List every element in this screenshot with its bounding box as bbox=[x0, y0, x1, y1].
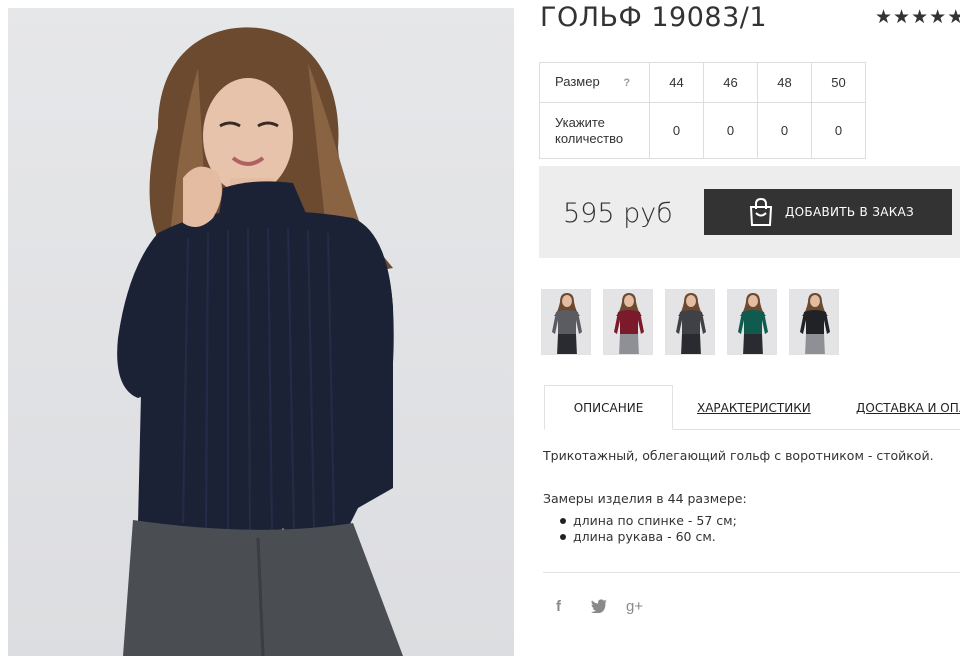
star-icon[interactable]: ★ bbox=[875, 6, 892, 28]
star-icon[interactable]: ★ bbox=[893, 6, 910, 28]
facebook-icon[interactable]: f bbox=[556, 596, 591, 616]
shopping-bag-icon bbox=[749, 198, 773, 226]
size-quantity-table: Размер ? 44 46 48 50 Укажите количество … bbox=[539, 62, 866, 159]
variant-thumbnail[interactable] bbox=[541, 289, 591, 355]
variant-thumbnail[interactable] bbox=[789, 289, 839, 355]
size-cell: 44 bbox=[649, 62, 704, 103]
variant-thumbnail[interactable] bbox=[727, 289, 777, 355]
measures-list: длина по спинке - 57 см; длина рукава - … bbox=[560, 513, 737, 545]
size-cell: 50 bbox=[811, 62, 866, 103]
color-variants bbox=[541, 289, 839, 355]
star-icon[interactable]: ★ bbox=[911, 6, 928, 28]
size-cell: 46 bbox=[703, 62, 758, 103]
tab-description[interactable]: ОПИСАНИЕ bbox=[544, 385, 673, 430]
variant-thumbnail[interactable] bbox=[665, 289, 715, 355]
tab-delivery-payment[interactable]: ДОСТАВКА И ОПЛАТА bbox=[856, 385, 960, 430]
google-plus-icon[interactable]: g+ bbox=[626, 596, 661, 616]
quantity-input[interactable]: 0 bbox=[757, 102, 812, 159]
add-to-order-label: ДОБАВИТЬ В ЗАКАЗ bbox=[785, 205, 915, 219]
description-text: Трикотажный, облегающий гольф с воротник… bbox=[543, 448, 934, 463]
product-photo bbox=[8, 8, 514, 656]
quantity-input[interactable]: 0 bbox=[703, 102, 758, 159]
size-row: Размер ? 44 46 48 50 bbox=[539, 62, 866, 103]
price-box: 595 руб ДОБАВИТЬ В ЗАКАЗ bbox=[539, 166, 960, 258]
social-share: f g+ bbox=[556, 596, 661, 616]
measures-title: Замеры изделия в 44 размере: bbox=[543, 491, 747, 506]
rating-stars[interactable]: ★ ★ ★ ★ ★ bbox=[875, 6, 960, 28]
measure-item: длина по спинке - 57 см; bbox=[560, 513, 737, 529]
variant-model-icon bbox=[614, 293, 644, 354]
quantity-input[interactable]: 0 bbox=[811, 102, 866, 159]
variant-model-icon bbox=[676, 293, 706, 354]
product-tabs: ОПИСАНИЕ ХАРАКТЕРИСТИКИ ДОСТАВКА И ОПЛАТ… bbox=[544, 385, 960, 430]
quantity-row: Укажите количество 0 0 0 0 bbox=[539, 102, 866, 159]
star-icon[interactable]: ★ bbox=[947, 6, 960, 28]
variant-model-icon bbox=[738, 293, 768, 354]
product-title: ГОЛЬФ 19083/1 bbox=[540, 2, 768, 33]
quantity-label: Укажите количество bbox=[539, 102, 650, 159]
variant-model-icon bbox=[552, 293, 582, 354]
divider bbox=[543, 572, 960, 573]
twitter-icon[interactable] bbox=[591, 596, 626, 616]
add-to-order-button[interactable]: ДОБАВИТЬ В ЗАКАЗ bbox=[704, 189, 952, 235]
quantity-input[interactable]: 0 bbox=[649, 102, 704, 159]
variant-thumbnail[interactable] bbox=[603, 289, 653, 355]
model-illustration bbox=[117, 27, 403, 656]
measure-item: длина рукава - 60 см. bbox=[560, 529, 737, 545]
star-icon[interactable]: ★ bbox=[929, 6, 946, 28]
variant-model-icon bbox=[800, 293, 830, 354]
price: 595 руб bbox=[563, 198, 673, 229]
size-cell: 48 bbox=[757, 62, 812, 103]
size-label: Размер bbox=[555, 74, 600, 89]
size-label-cell: Размер ? bbox=[539, 62, 650, 103]
help-icon[interactable]: ? bbox=[623, 75, 630, 91]
tab-characteristics[interactable]: ХАРАКТЕРИСТИКИ bbox=[697, 385, 811, 430]
